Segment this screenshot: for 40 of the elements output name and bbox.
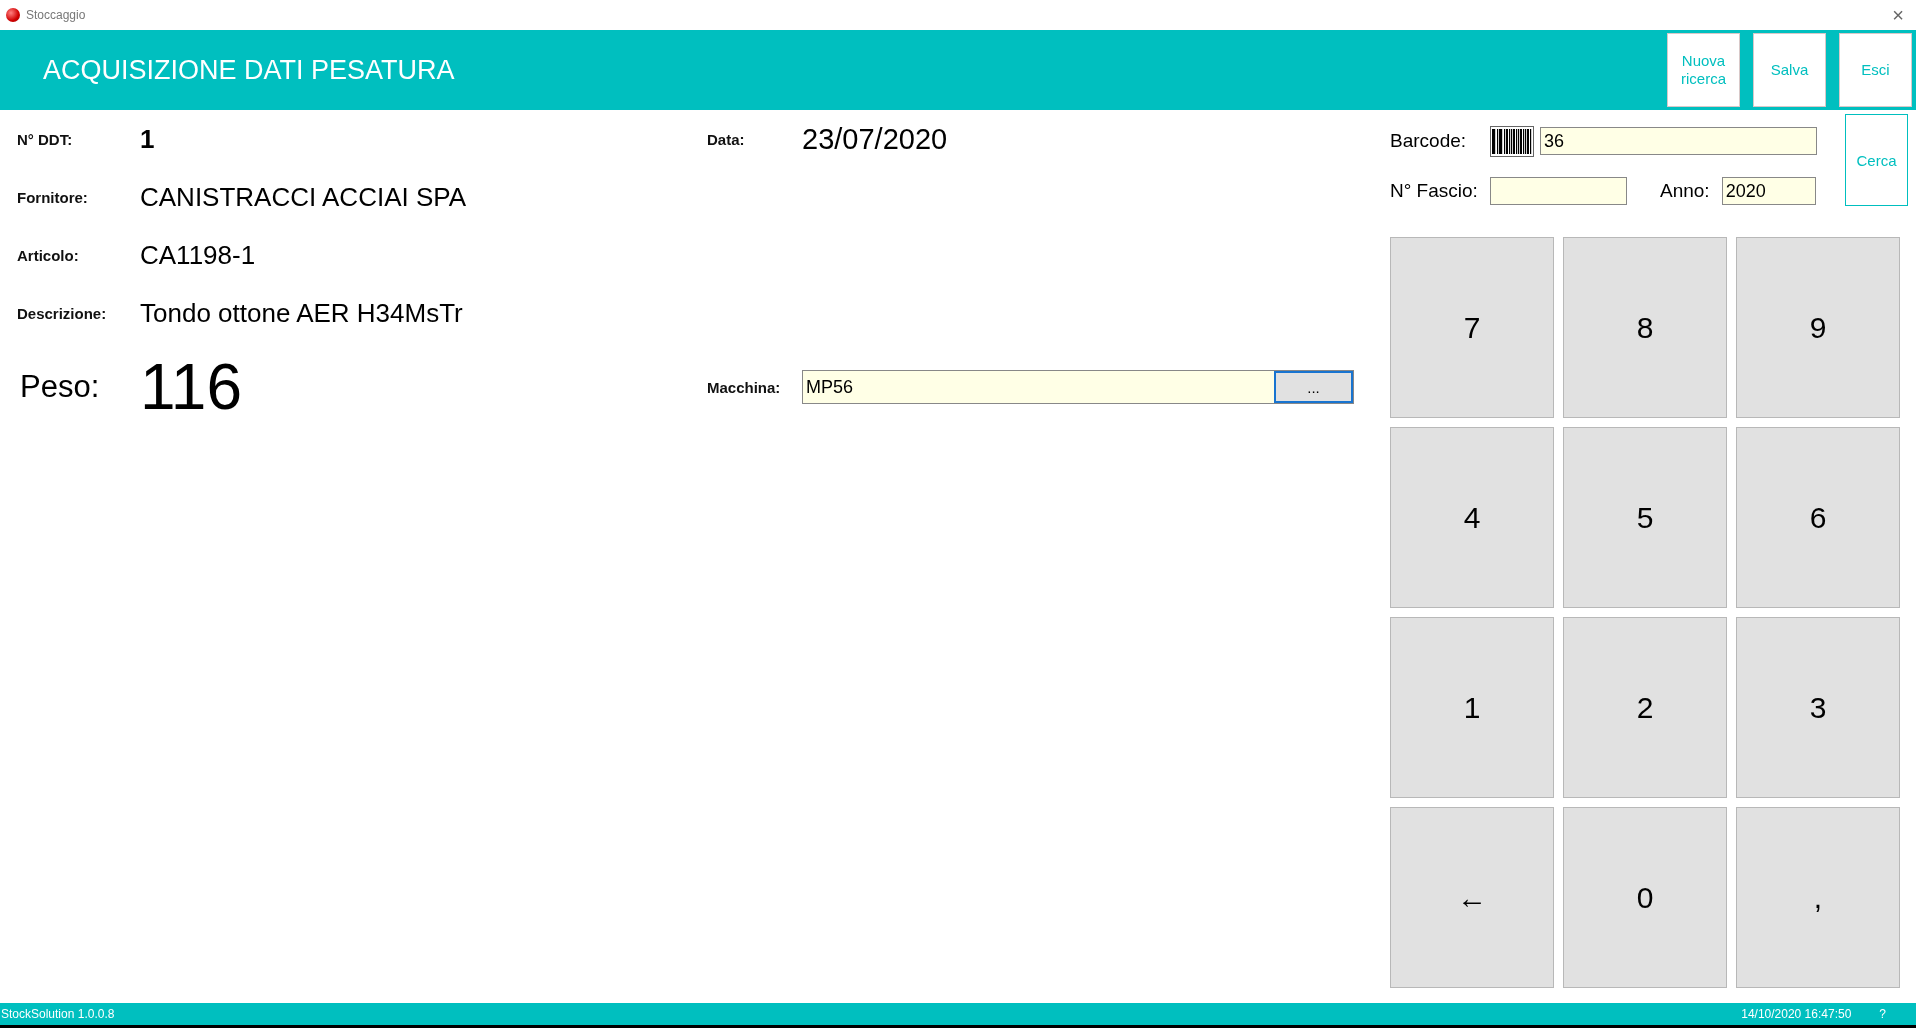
weight-label: Peso: (19, 369, 101, 405)
field-value: CANISTRACCI ACCIAI SPA (140, 181, 468, 213)
field-label: Data: (707, 130, 746, 148)
version-text: StockSolution 1.0.0.8 (1, 1007, 116, 1021)
keypad-key[interactable]: , (1736, 807, 1900, 988)
window-title: Stoccaggio (26, 8, 87, 22)
field-value: 1 (140, 123, 156, 155)
field-value: 23/07/2020 (802, 122, 949, 156)
keypad-key[interactable]: 1 (1390, 617, 1554, 798)
field-label: Articolo: (17, 246, 80, 264)
keypad-key[interactable]: 6 (1736, 427, 1900, 608)
close-button[interactable]: × (1888, 3, 1908, 27)
field-label: Barcode: (1390, 130, 1468, 152)
bundle-field[interactable] (1490, 177, 1627, 205)
field-label: Macchina: (707, 378, 782, 396)
browse-button[interactable]: ... (1274, 371, 1353, 403)
status-datetime: 14/10/2020 16:47:50 (1741, 1007, 1852, 1021)
keypad-key[interactable]: 0 (1563, 807, 1727, 988)
app-icon (6, 8, 20, 22)
barcode-icon (1490, 125, 1534, 157)
page-title: ACQUISIZIONE DATI PESATURA (43, 54, 456, 86)
year-field[interactable]: 2020 (1721, 177, 1816, 205)
keypad-key[interactable]: 8 (1563, 237, 1727, 418)
field-label: Fornitore: (17, 188, 89, 206)
field-label: N° Fascio: (1390, 180, 1479, 202)
keypad-key[interactable]: 3 (1736, 617, 1900, 798)
keypad-key[interactable]: 2 (1563, 617, 1727, 798)
field-label: Anno: (1660, 180, 1710, 202)
field-label: N° DDT: (17, 130, 74, 148)
keypad-key[interactable]: 7 (1390, 237, 1554, 418)
field-value: CA1198-1 (140, 239, 257, 271)
field-label: Descrizione: (17, 304, 108, 322)
keypad-key[interactable]: 4 (1390, 427, 1554, 608)
keypad-key[interactable]: 9 (1736, 237, 1900, 418)
weight-value: 116 (140, 350, 244, 424)
keypad-key[interactable]: 5 (1563, 427, 1727, 608)
keypad-key[interactable]: ← (1390, 807, 1554, 988)
barcode-field[interactable]: 36 (1540, 127, 1817, 155)
machine-field[interactable]: MP56 ... (802, 370, 1354, 404)
field-value: Tondo ottone AER H34MsTr (140, 297, 464, 329)
